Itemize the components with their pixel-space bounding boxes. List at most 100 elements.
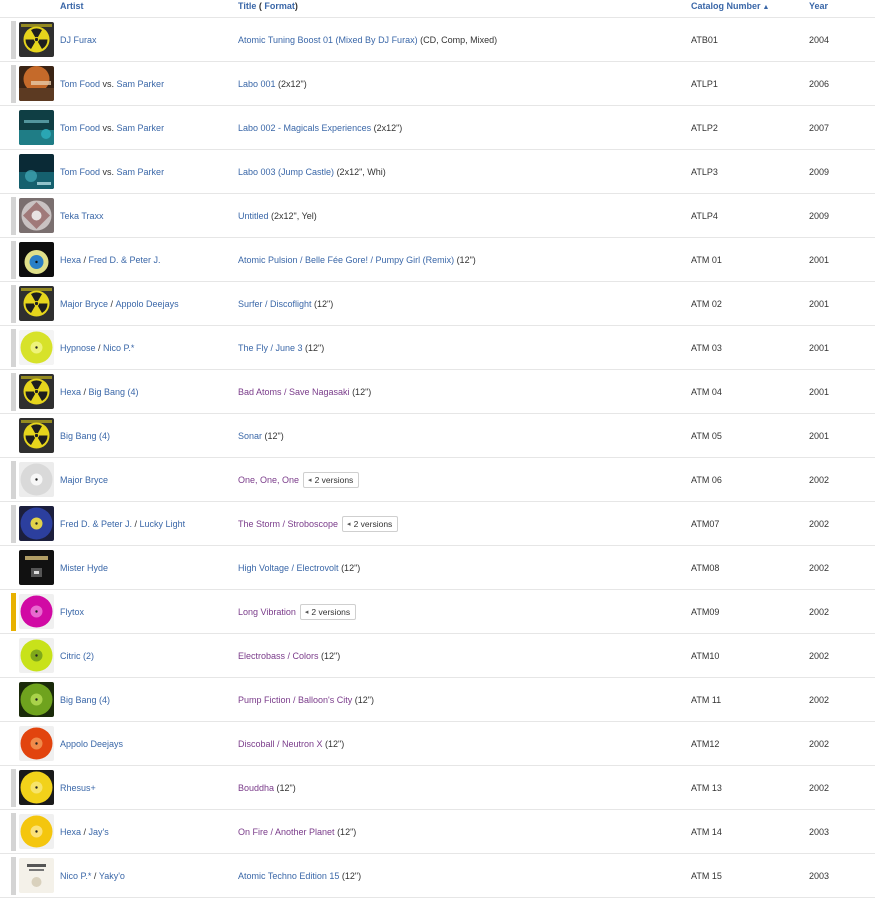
release-thumbnail[interactable] xyxy=(19,22,54,57)
release-title-link[interactable]: Bad Atoms / Save Nagasaki xyxy=(238,387,350,397)
artist-link[interactable]: Rhesus+ xyxy=(60,783,96,793)
artist-link[interactable]: Hexa xyxy=(60,827,81,837)
table-header: Artist Title ( Format) Catalog Number ▲ Y… xyxy=(0,0,875,18)
year-column-header[interactable]: Year xyxy=(809,0,828,12)
release-year: 2002 xyxy=(809,694,830,705)
release-thumbnail[interactable] xyxy=(19,726,54,761)
artist-link[interactable]: Teka Traxx xyxy=(60,211,104,221)
artist-link[interactable]: Tom Food xyxy=(60,79,100,89)
release-thumbnail[interactable] xyxy=(19,550,54,585)
artist-link[interactable]: Nico P.* xyxy=(60,871,91,881)
release-title-link[interactable]: Labo 002 - Magicals Experiences xyxy=(238,123,371,133)
release-title-link[interactable]: Long Vibration xyxy=(238,607,296,617)
artist-link[interactable]: Tom Food xyxy=(60,123,100,133)
release-format: (12") xyxy=(318,650,341,661)
release-title-link[interactable]: Surfer / Discoflight xyxy=(238,299,312,309)
chevron-up-icon[interactable]: ▲ xyxy=(763,2,770,14)
release-title-link[interactable]: Labo 001 xyxy=(238,79,276,89)
artist-link[interactable]: Hexa xyxy=(60,387,81,397)
catalog-header-label[interactable]: Catalog Number xyxy=(691,1,761,11)
artist-link[interactable]: Sam Parker xyxy=(117,123,165,133)
artist-link[interactable]: Tom Food xyxy=(60,167,100,177)
release-title-link[interactable]: The Storm / Stroboscope xyxy=(238,519,338,529)
artist-separator: vs. xyxy=(100,78,117,89)
artist-link[interactable]: Fred D. & Peter J. xyxy=(89,255,161,265)
artist-link[interactable]: Yaky'o xyxy=(99,871,125,881)
artist-cell: Hypnose / Nico P.* xyxy=(60,326,134,369)
release-format: (12") xyxy=(349,386,372,397)
artist-link[interactable]: Big Bang (4) xyxy=(89,387,139,397)
artist-link[interactable]: Jay's xyxy=(89,827,109,837)
artist-link[interactable]: DJ Furax xyxy=(60,35,97,45)
artist-link[interactable]: Nico P.* xyxy=(103,343,134,353)
artist-link[interactable]: Hexa xyxy=(60,255,81,265)
release-thumbnail[interactable] xyxy=(19,594,54,629)
release-thumbnail[interactable] xyxy=(19,110,54,145)
release-thumbnail[interactable] xyxy=(19,330,54,365)
release-thumbnail[interactable] xyxy=(19,286,54,321)
release-thumbnail[interactable] xyxy=(19,814,54,849)
release-thumbnail[interactable] xyxy=(19,770,54,805)
release-title-link[interactable]: One, One, One xyxy=(238,475,299,485)
release-title-link[interactable]: Labo 003 (Jump Castle) xyxy=(238,167,334,177)
artist-link[interactable]: Major Bryce xyxy=(60,299,108,309)
release-title-link[interactable]: The Fly / June 3 xyxy=(238,343,303,353)
release-title-link[interactable]: Sonar xyxy=(238,431,262,441)
title-sort-link[interactable]: Title xyxy=(238,1,256,11)
release-thumbnail[interactable] xyxy=(19,66,54,101)
release-thumbnail[interactable] xyxy=(19,242,54,277)
release-title-link[interactable]: Electrobass / Colors xyxy=(238,651,319,661)
title-cell: Surfer / Discoflight (12") xyxy=(238,282,333,325)
catalog-number: ATM 04 xyxy=(691,386,722,397)
release-title-link[interactable]: Atomic Tuning Boost 01 (Mixed By DJ Fura… xyxy=(238,35,418,45)
artist-link[interactable]: Mister Hyde xyxy=(60,563,108,573)
release-thumbnail[interactable] xyxy=(19,506,54,541)
format-sort-link[interactable]: Format xyxy=(264,1,295,11)
release-year: 2001 xyxy=(809,254,830,265)
catalog-number: ATM 11 xyxy=(691,694,722,705)
artist-link[interactable]: Fred D. & Peter J. xyxy=(60,519,132,529)
artist-link[interactable]: Sam Parker xyxy=(117,167,165,177)
catalog-number: ATM07 xyxy=(691,518,720,529)
release-thumbnail[interactable] xyxy=(19,462,54,497)
release-title-link[interactable]: On Fire / Another Planet xyxy=(238,827,335,837)
artist-link[interactable]: Sam Parker xyxy=(117,79,165,89)
release-thumbnail[interactable] xyxy=(19,858,54,893)
release-thumbnail[interactable] xyxy=(19,638,54,673)
release-title-link[interactable]: Discoball / Neutron X xyxy=(238,739,323,749)
versions-toggle-button[interactable]: ◂ 2 versions xyxy=(303,471,360,488)
artist-link[interactable]: Flytox xyxy=(60,607,84,617)
table-row: Major Bryce / Appolo Deejays Surfer / Dis… xyxy=(0,282,875,326)
release-title-link[interactable]: Pump Fiction / Balloon's City xyxy=(238,695,352,705)
release-year: 2001 xyxy=(809,342,830,353)
artist-column-header[interactable]: Artist xyxy=(60,0,84,12)
release-title-link[interactable]: Atomic Pulsion / Belle Fée Gore! / Pumpy… xyxy=(238,255,454,265)
row-status-bar xyxy=(11,21,16,59)
artist-cell: Tom Food vs. Sam Parker xyxy=(60,150,164,193)
release-title-link[interactable]: Atomic Techno Edition 15 xyxy=(238,871,339,881)
artist-link[interactable]: Lucky Light xyxy=(140,519,186,529)
table-row: DJ Furax Atomic Tuning Boost 01 (Mixed By… xyxy=(0,18,875,62)
release-thumbnail[interactable] xyxy=(19,418,54,453)
artist-link[interactable]: Big Bang (4) xyxy=(60,695,110,705)
versions-toggle-button[interactable]: ◂ 2 versions xyxy=(342,515,399,532)
row-status-bar xyxy=(11,417,16,455)
table-row: Citric (2) Electrobass / Colors (12") ATM1… xyxy=(0,634,875,678)
versions-toggle-button[interactable]: ◂ 2 versions xyxy=(299,603,357,620)
catalog-column-header[interactable]: Catalog Number ▲ xyxy=(691,0,769,14)
release-thumbnail[interactable] xyxy=(19,154,54,189)
release-thumbnail[interactable] xyxy=(19,682,54,717)
release-title-link[interactable]: High Voltage / Electrovolt xyxy=(238,563,339,573)
release-title-link[interactable]: Bouddha xyxy=(238,783,274,793)
release-title-link[interactable]: Untitled xyxy=(238,211,269,221)
artist-link[interactable]: Citric (2) xyxy=(60,651,94,661)
artist-link[interactable]: Appolo Deejays xyxy=(116,299,179,309)
artist-cell: Big Bang (4) xyxy=(60,414,110,457)
artist-link[interactable]: Appolo Deejays xyxy=(60,739,123,749)
release-thumbnail[interactable] xyxy=(19,374,54,409)
artist-cell: Major Bryce / Appolo Deejays xyxy=(60,282,179,325)
artist-link[interactable]: Hypnose xyxy=(60,343,96,353)
artist-link[interactable]: Major Bryce xyxy=(60,475,108,485)
artist-link[interactable]: Big Bang (4) xyxy=(60,431,110,441)
release-thumbnail[interactable] xyxy=(19,198,54,233)
